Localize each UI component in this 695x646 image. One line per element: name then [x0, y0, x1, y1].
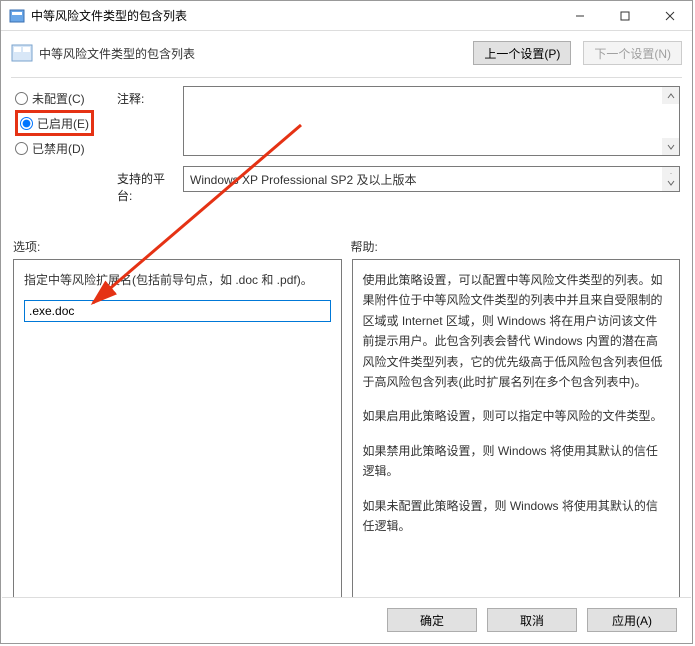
- cancel-button[interactable]: 取消: [487, 608, 577, 632]
- options-panel: 指定中等风险扩展名(包括前导句点，如 .doc 和 .pdf)。: [13, 259, 342, 599]
- close-button[interactable]: [647, 1, 692, 30]
- comment-label: 注释:: [117, 86, 177, 156]
- scroll-down-icon[interactable]: [662, 174, 679, 191]
- policy-icon: [11, 43, 33, 63]
- radio-not-configured[interactable]: 未配置(C): [15, 86, 111, 110]
- radio-not-configured-label: 未配置(C): [32, 90, 85, 107]
- help-panel: 使用此策略设置，可以配置中等风险文件类型的列表。如果附件位于中等风险文件类型的列…: [352, 259, 681, 599]
- previous-setting-button[interactable]: 上一个设置(P): [473, 41, 571, 65]
- radio-enabled-input[interactable]: [20, 117, 33, 130]
- apply-button[interactable]: 应用(A): [587, 608, 677, 632]
- help-label: 帮助:: [347, 238, 681, 255]
- help-paragraph: 如果启用此策略设置，则可以指定中等风险的文件类型。: [363, 406, 670, 426]
- radio-enabled-label: 已启用(E): [37, 115, 89, 132]
- platform-field: Windows XP Professional SP2 及以上版本: [183, 166, 680, 192]
- platform-label: 支持的平台:: [117, 166, 177, 204]
- help-paragraph: 如果禁用此策略设置，则 Windows 将使用其默认的信任逻辑。: [363, 441, 670, 482]
- comment-textarea[interactable]: [183, 86, 680, 156]
- scroll-up-icon[interactable]: [662, 87, 679, 104]
- title-text: 中等风险文件类型的包含列表: [31, 7, 557, 24]
- scroll-down-icon[interactable]: [662, 138, 679, 155]
- maximize-button[interactable]: [602, 1, 647, 30]
- titlebar: 中等风险文件类型的包含列表: [1, 1, 692, 31]
- header-title: 中等风险文件类型的包含列表: [39, 45, 473, 62]
- app-icon: [9, 8, 25, 24]
- help-paragraph: 使用此策略设置，可以配置中等风险文件类型的列表。如果附件位于中等风险文件类型的列…: [363, 270, 670, 392]
- radio-disabled[interactable]: 已禁用(D): [15, 136, 111, 160]
- options-instruction: 指定中等风险扩展名(包括前导句点，如 .doc 和 .pdf)。: [24, 270, 331, 290]
- footer: 确定 取消 应用(A): [2, 597, 691, 642]
- radio-disabled-input[interactable]: [15, 142, 28, 155]
- minimize-button[interactable]: [557, 1, 602, 30]
- next-setting-button: 下一个设置(N): [583, 41, 682, 65]
- radio-enabled[interactable]: 已启用(E): [20, 111, 89, 135]
- options-label: 选项:: [13, 238, 347, 255]
- platform-text: Windows XP Professional SP2 及以上版本: [190, 171, 417, 188]
- radio-disabled-label: 已禁用(D): [32, 140, 85, 157]
- radio-not-configured-input[interactable]: [15, 92, 28, 105]
- ok-button[interactable]: 确定: [387, 608, 477, 632]
- extensions-input[interactable]: [24, 300, 331, 322]
- help-paragraph: 如果未配置此策略设置，则 Windows 将使用其默认的信任逻辑。: [363, 496, 670, 537]
